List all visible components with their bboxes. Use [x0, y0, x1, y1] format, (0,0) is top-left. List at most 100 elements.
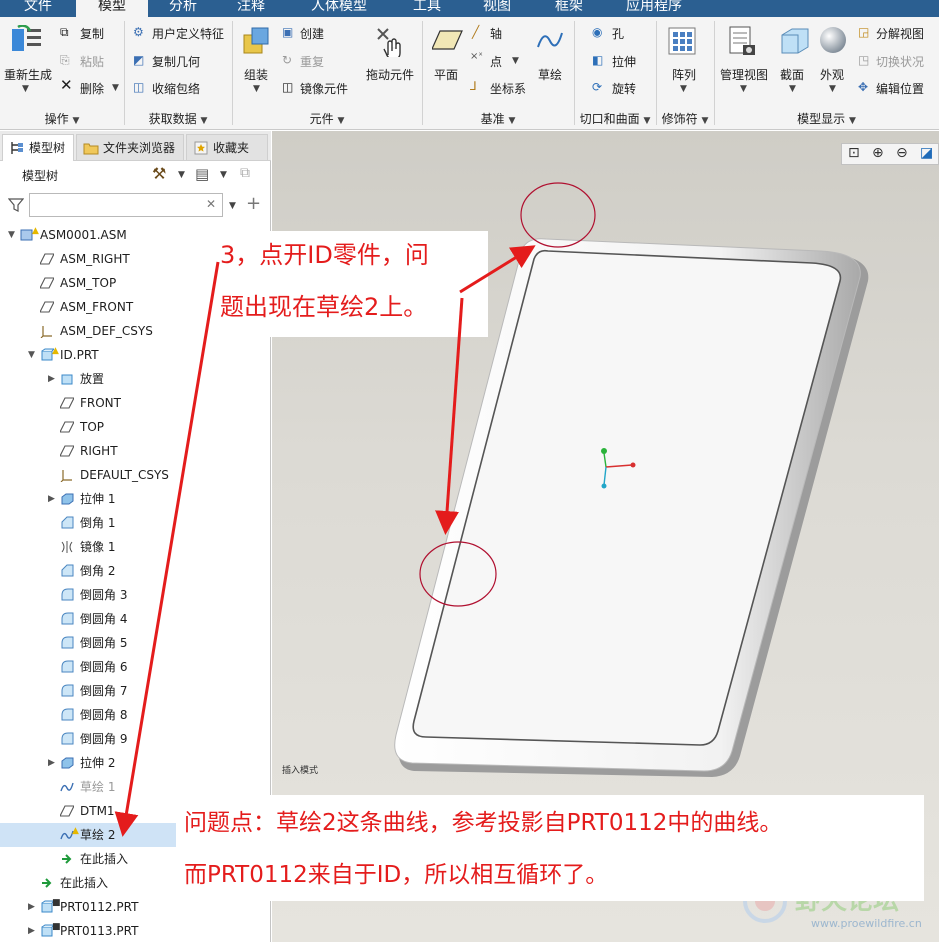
tab-view[interactable]: 视图: [460, 0, 534, 17]
assemble-button[interactable]: 组装: [244, 66, 268, 83]
regenerate-button[interactable]: 重新生成: [4, 66, 52, 83]
tab-applications[interactable]: 应用程序: [604, 0, 704, 17]
chamfer-icon: [61, 516, 74, 529]
tab-model-tree[interactable]: 模型树: [2, 134, 74, 161]
tree-item[interactable]: 倒圆角 9: [0, 727, 270, 751]
tree-item[interactable]: RIGHT: [0, 439, 270, 463]
udf-button[interactable]: 用户定义特征: [152, 25, 224, 42]
delete-button[interactable]: 删除: [80, 80, 104, 97]
toggle-status-button[interactable]: 切换状况: [876, 53, 924, 70]
plane-button[interactable]: 平面: [434, 66, 458, 83]
group-get-data[interactable]: 获取数据 ▼: [124, 110, 232, 126]
section-icon: [781, 28, 809, 54]
expand-icon[interactable]: ▶: [28, 919, 35, 942]
chevron-down-icon[interactable]: ▼: [740, 84, 747, 94]
chevron-down-icon[interactable]: ▼: [112, 83, 119, 93]
section-button[interactable]: 截面: [780, 66, 804, 83]
collapse-icon[interactable]: ▼: [28, 343, 35, 367]
tree-item[interactable]: 倒圆角 5: [0, 631, 270, 655]
chevron-down-icon[interactable]: ▼: [220, 170, 227, 180]
tree-item[interactable]: TOP: [0, 415, 270, 439]
tree-item[interactable]: 倒圆角 8: [0, 703, 270, 727]
drag-component-button[interactable]: 拖动元件: [366, 66, 414, 83]
tree-item[interactable]: 倒圆角 3: [0, 583, 270, 607]
group-model-display[interactable]: 模型显示 ▼: [714, 110, 939, 126]
repeat-button[interactable]: 重复: [300, 53, 324, 70]
expand-icon[interactable]: ▶: [48, 487, 55, 511]
group-component[interactable]: 元件 ▼: [232, 110, 422, 126]
tree-item[interactable]: 镜像 1: [0, 535, 270, 559]
tab-model[interactable]: 模型: [76, 0, 148, 17]
pattern-button[interactable]: 阵列: [672, 66, 696, 83]
chevron-down-icon[interactable]: ▼: [178, 170, 185, 180]
chevron-down-icon[interactable]: ▼: [789, 84, 796, 94]
group-cut-surface[interactable]: 切口和曲面 ▼: [574, 110, 656, 126]
tree-search-input[interactable]: [29, 193, 223, 217]
expand-icon[interactable]: ▶: [28, 895, 35, 919]
expand-icon[interactable]: ▶: [48, 367, 55, 391]
filter-settings-icon[interactable]: ⧉: [240, 165, 250, 181]
tree-item-label: 在此插入: [80, 852, 129, 866]
copy-geometry-button[interactable]: 复制几何: [152, 53, 200, 70]
sketch-icon: [60, 782, 74, 792]
tree-item-label: 倒圆角 7: [80, 684, 128, 698]
tree-item[interactable]: ▶ ■ PRT0113.PRT: [0, 919, 270, 942]
tree-item-label: 在此插入: [60, 876, 109, 890]
add-icon[interactable]: +: [246, 193, 261, 214]
collapse-icon[interactable]: ▼: [8, 223, 15, 247]
explode-view-button[interactable]: 分解视图: [876, 25, 924, 42]
chevron-down-icon[interactable]: ▼: [253, 84, 260, 94]
tree-item[interactable]: ▶ 拉伸 1: [0, 487, 270, 511]
tree-item-label: 拉伸 1: [80, 492, 116, 506]
edit-position-button[interactable]: 编辑位置: [876, 80, 924, 97]
tree-item[interactable]: 倒圆角 7: [0, 679, 270, 703]
chevron-down-icon[interactable]: ▼: [680, 84, 687, 94]
mirror-component-button[interactable]: 镜像元件: [300, 80, 348, 97]
tree-item[interactable]: ▶ 拉伸 2: [0, 751, 270, 775]
group-operations[interactable]: 操作 ▼: [0, 110, 124, 126]
point-button[interactable]: 点: [490, 53, 502, 70]
manage-views-icon: [729, 26, 755, 55]
tree-item[interactable]: ▶ 放置: [0, 367, 270, 391]
favorites-icon: [194, 141, 208, 155]
tab-folder-browser[interactable]: 文件夹浏览器: [76, 134, 184, 160]
round-icon: [61, 660, 74, 673]
tree-item[interactable]: ▼ ▲ ID.PRT: [0, 343, 270, 367]
csys-button[interactable]: 坐标系: [490, 80, 526, 97]
tab-favorites[interactable]: 收藏夹: [186, 134, 268, 160]
settings-icon[interactable]: ⚒: [152, 164, 166, 183]
tree-item[interactable]: 倒角 2: [0, 559, 270, 583]
expand-icon[interactable]: ▶: [48, 751, 55, 775]
clear-icon[interactable]: ✕: [206, 197, 216, 211]
group-modifier[interactable]: 修饰符 ▼: [656, 110, 714, 126]
tree-item[interactable]: 倒圆角 4: [0, 607, 270, 631]
tab-annotate[interactable]: 注释: [218, 0, 284, 17]
revolve-button[interactable]: 旋转: [612, 80, 636, 97]
shrinkwrap-button[interactable]: 收缩包络: [152, 80, 200, 97]
tree-item[interactable]: 倒角 1: [0, 511, 270, 535]
group-datum[interactable]: 基准 ▼: [422, 110, 574, 126]
tree-item[interactable]: DEFAULT_CSYS: [0, 463, 270, 487]
copy-button[interactable]: 复制: [80, 25, 104, 42]
tab-tools[interactable]: 工具: [394, 0, 460, 17]
manage-views-button[interactable]: 管理视图: [720, 66, 768, 83]
sketch-button[interactable]: 草绘: [538, 66, 562, 83]
tree-item[interactable]: 倒圆角 6: [0, 655, 270, 679]
tab-file[interactable]: 文件: [0, 0, 76, 17]
tab-manikin[interactable]: 人体模型: [284, 0, 394, 17]
tab-analysis[interactable]: 分析: [148, 0, 218, 17]
hole-button[interactable]: 孔: [612, 25, 624, 42]
chevron-down-icon[interactable]: ▼: [512, 56, 519, 66]
axis-button[interactable]: 轴: [490, 25, 502, 42]
create-button[interactable]: 创建: [300, 25, 324, 42]
show-columns-icon[interactable]: ▤: [195, 165, 209, 183]
chevron-down-icon[interactable]: ▼: [829, 84, 836, 94]
appearance-button[interactable]: 外观: [820, 66, 844, 83]
chevron-down-icon[interactable]: ▼: [22, 84, 29, 94]
tab-framework[interactable]: 框架: [534, 0, 604, 17]
extrude-button[interactable]: 拉伸: [612, 53, 636, 70]
paste-button[interactable]: 粘贴: [80, 53, 104, 70]
filter-icon[interactable]: [8, 197, 24, 213]
tree-item[interactable]: FRONT: [0, 391, 270, 415]
chevron-down-icon[interactable]: ▼: [229, 201, 236, 211]
